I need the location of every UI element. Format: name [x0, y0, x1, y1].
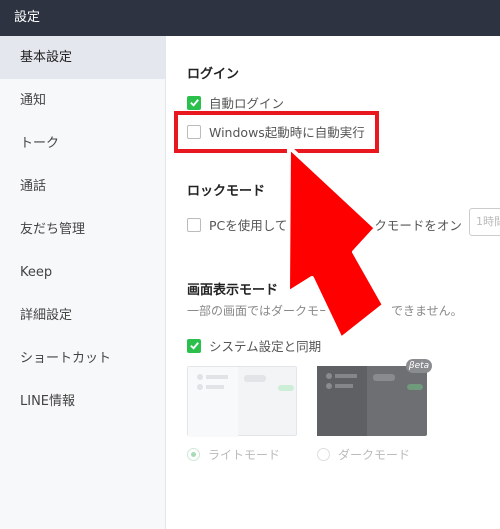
pc-lock-row[interactable]: PCを使用してい ックモードをオン: [187, 215, 462, 234]
sidebar-item-keep[interactable]: Keep: [0, 251, 165, 294]
lock-time-select[interactable]: 1時間: [469, 208, 500, 236]
dark-mode-option[interactable]: ダークモード: [317, 446, 410, 463]
sidebar-item-advanced[interactable]: 詳細設定: [0, 294, 165, 337]
window-title: 設定: [0, 0, 500, 36]
auto-login-checkbox[interactable]: [187, 95, 201, 110]
check-icon: [189, 99, 199, 107]
light-mode-radio[interactable]: [187, 448, 200, 461]
light-mode-option[interactable]: ライトモード: [187, 446, 280, 463]
system-sync-label: システム設定と同期: [209, 339, 322, 354]
login-section-title: ログイン: [187, 67, 240, 82]
sidebar-item-basic-settings[interactable]: 基本設定: [0, 36, 165, 79]
dark-mode-radio[interactable]: [317, 448, 330, 461]
display-description-left: 一部の画面ではダークモードを利: [187, 304, 368, 318]
lockmode-section-title: ロックモード: [187, 184, 266, 199]
system-sync-checkbox[interactable]: [187, 338, 201, 353]
auto-login-label: 自動ログイン: [209, 96, 285, 111]
system-sync-row[interactable]: システム設定と同期: [187, 336, 321, 355]
sidebar-item-line-info[interactable]: LINE情報: [0, 380, 165, 423]
beta-badge: βeta: [406, 359, 432, 373]
sidebar: 基本設定 通知 トーク 通話 友だち管理 Keep 詳細設定 ショートカット L…: [0, 36, 166, 529]
auto-login-row[interactable]: 自動ログイン: [187, 93, 284, 112]
pc-lock-label-left: PCを使用してい: [209, 218, 300, 233]
sidebar-item-friends[interactable]: 友だち管理: [0, 208, 165, 251]
display-section-title: 画面表示モード: [187, 283, 279, 298]
display-description-right: できません。: [391, 304, 463, 318]
light-preview-illustration: [188, 367, 294, 437]
dark-mode-preview[interactable]: [317, 366, 427, 436]
sidebar-item-shortcuts[interactable]: ショートカット: [0, 337, 165, 380]
annotation-highlight-box: [174, 111, 379, 153]
light-mode-label: ライトモード: [208, 448, 281, 462]
dark-preview-illustration: [317, 366, 423, 436]
display-description: 一部の画面ではダークモードを利 できません。: [187, 302, 463, 319]
light-mode-preview[interactable]: [187, 366, 297, 437]
pc-lock-label-right: ックモードをオン: [361, 218, 462, 233]
dark-mode-label: ダークモード: [338, 448, 411, 462]
check-icon: [189, 342, 199, 350]
sidebar-item-talk[interactable]: トーク: [0, 122, 165, 165]
pc-lock-checkbox[interactable]: [187, 217, 201, 232]
sidebar-item-calls[interactable]: 通話: [0, 165, 165, 208]
sidebar-item-notifications[interactable]: 通知: [0, 79, 165, 122]
